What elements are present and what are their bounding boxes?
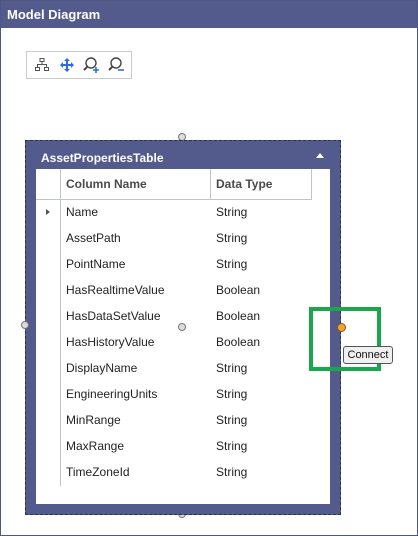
data-type-cell: String xyxy=(216,413,248,427)
current-row-indicator-icon xyxy=(46,209,50,215)
connection-port[interactable] xyxy=(337,323,346,332)
connect-button[interactable]: Connect xyxy=(343,346,393,364)
data-type-cell: Boolean xyxy=(216,335,261,349)
node-center-handle[interactable] xyxy=(178,323,186,331)
window-title: Model Diagram xyxy=(1,1,417,28)
table-row[interactable]: AssetPath String xyxy=(36,225,330,251)
grid-header: Column Name Data Type xyxy=(36,169,312,200)
table-row[interactable]: MinRange String xyxy=(36,407,330,433)
zoom-out-icon[interactable] xyxy=(108,56,126,74)
move-arrows-icon[interactable] xyxy=(58,56,76,74)
grid-rows: Name String AssetPath String PointName Stri… xyxy=(36,199,330,485)
data-type-cell: String xyxy=(216,231,248,245)
column-name-cell: DisplayName xyxy=(66,361,138,375)
data-type-cell: String xyxy=(216,205,248,219)
data-type-cell: String xyxy=(216,465,248,479)
column-name-cell: HasDataSetValue xyxy=(66,309,161,323)
hierarchy-layout-icon[interactable] xyxy=(33,56,51,74)
data-type-cell: String xyxy=(216,257,248,271)
column-name-cell: HasHistoryValue xyxy=(66,335,155,349)
table-row[interactable]: EngineeringUnits String xyxy=(36,381,330,407)
data-type-cell: String xyxy=(216,387,248,401)
table-row[interactable]: HasHistoryValue Boolean xyxy=(36,329,330,355)
resize-handle-left[interactable] xyxy=(21,321,29,329)
table-node-title: AssetPropertiesTable xyxy=(41,151,164,165)
column-name-cell: PointName xyxy=(66,257,126,271)
column-name-cell: MinRange xyxy=(66,413,121,427)
table-row[interactable]: PointName String xyxy=(36,251,330,277)
diagram-toolbar xyxy=(26,51,132,79)
column-name-cell: TimeZoneId xyxy=(66,465,130,479)
column-header-type[interactable]: Data Type xyxy=(210,169,312,199)
column-name-cell: AssetPath xyxy=(66,231,121,245)
column-name-cell: HasRealtimeValue xyxy=(66,283,165,297)
model-diagram-window: Model Diagram AssetPropertiesTable Colum… xyxy=(0,0,418,536)
data-type-cell: String xyxy=(216,361,248,375)
data-type-cell: Boolean xyxy=(216,283,261,297)
zoom-in-icon[interactable] xyxy=(83,56,101,74)
table-row[interactable]: Name String xyxy=(36,199,330,225)
data-type-cell: String xyxy=(216,439,248,453)
table-row[interactable]: DisplayName String xyxy=(36,355,330,381)
table-row[interactable]: TimeZoneId String xyxy=(36,459,330,485)
column-name-cell: MaxRange xyxy=(66,439,125,453)
column-name-cell: EngineeringUnits xyxy=(66,387,158,401)
data-type-cell: Boolean xyxy=(216,309,261,323)
table-row[interactable]: HasRealtimeValue Boolean xyxy=(36,277,330,303)
column-header-name[interactable]: Column Name xyxy=(60,169,210,199)
table-row[interactable]: MaxRange String xyxy=(36,433,330,459)
columns-grid: Column Name Data Type Name String AssetPa… xyxy=(36,169,330,504)
column-name-cell: Name xyxy=(66,205,99,219)
collapse-icon[interactable] xyxy=(316,153,324,158)
